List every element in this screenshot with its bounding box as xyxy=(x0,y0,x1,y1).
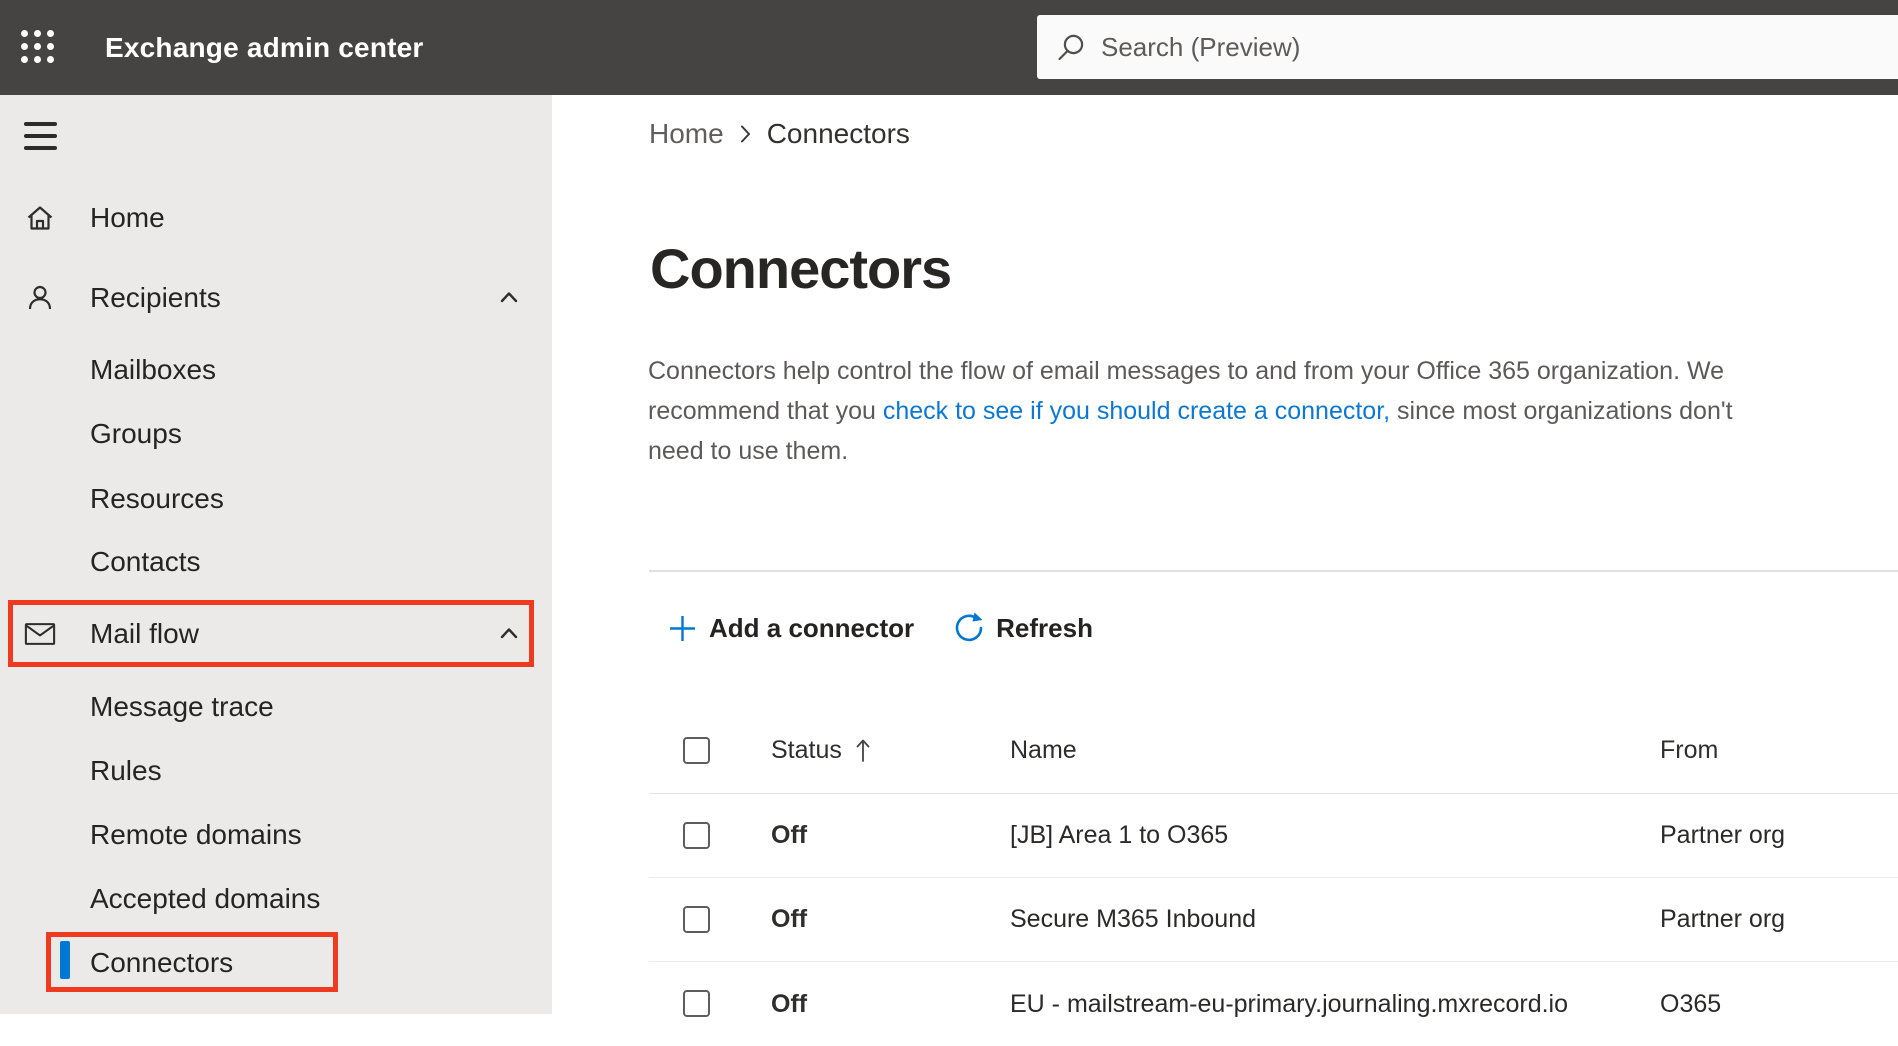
column-header-from: From xyxy=(1660,708,1718,793)
sidebar-item-groups[interactable]: Groups xyxy=(0,402,552,466)
sidebar-item-label: Connectors xyxy=(90,947,234,978)
app-title: Exchange admin center xyxy=(105,31,424,63)
column-header-status[interactable]: Status xyxy=(771,708,871,793)
sidebar-item-label: Resources xyxy=(90,483,224,514)
waffle-icon xyxy=(21,30,54,63)
sidebar-item-mailboxes[interactable]: Mailboxes xyxy=(0,338,552,402)
app-launcher-button[interactable] xyxy=(13,22,63,72)
create-connector-check-link[interactable]: check to see if you should create a conn… xyxy=(883,397,1390,425)
hamburger-icon xyxy=(24,122,57,126)
sidebar-item-label: Home xyxy=(90,202,165,233)
sidebar-item-label: Groups xyxy=(90,418,182,449)
refresh-label: Refresh xyxy=(996,612,1093,643)
row-name: Secure M365 Inbound xyxy=(1010,905,1257,933)
column-header-name-label: Name xyxy=(1010,736,1077,764)
row-from: Partner org xyxy=(1660,905,1786,933)
description-line3: need to use them. xyxy=(648,437,849,465)
sidebar-item-label: Accepted domains xyxy=(90,883,321,914)
column-header-status-label: Status xyxy=(771,736,842,764)
column-header-name: Name xyxy=(1010,708,1077,793)
plus-icon xyxy=(670,615,695,641)
row-name: EU - mailstream-eu-primary.journaling.mx… xyxy=(1010,989,1569,1018)
page-description: Connectors help control the flow of emai… xyxy=(648,351,1898,471)
refresh-icon xyxy=(955,612,983,642)
breadcrumb-home-link[interactable]: Home xyxy=(649,118,724,150)
sidebar-item-label: Rules xyxy=(90,755,162,786)
description-line2-pre: recommend that you xyxy=(648,397,883,425)
row-checkbox[interactable] xyxy=(683,990,710,1017)
sidebar-item-rules[interactable]: Rules xyxy=(0,739,552,803)
breadcrumb: Home Connectors xyxy=(649,118,910,150)
row-from: Partner org xyxy=(1660,821,1786,849)
description-line2-post: since most organizations don't xyxy=(1390,397,1733,425)
sidebar-item-contacts[interactable]: Contacts xyxy=(0,530,552,594)
sidebar-item-label: Recipients xyxy=(90,282,221,313)
sidebar-item-label: Mail flow xyxy=(90,618,199,649)
global-search[interactable] xyxy=(1037,15,1898,79)
sidebar-item-remote-domains[interactable]: Remote domains xyxy=(0,803,552,867)
sidebar-item-message-trace[interactable]: Message trace xyxy=(0,675,552,739)
row-from: O365 xyxy=(1660,989,1722,1018)
sidebar-item-label: Message trace xyxy=(90,691,274,722)
sidebar-item-label: Remote domains xyxy=(90,819,302,850)
refresh-button[interactable]: Refresh xyxy=(952,611,1093,645)
sidebar-item-label: Contacts xyxy=(90,546,201,577)
table-header-row: Status Name From xyxy=(649,708,1898,794)
row-checkbox[interactable] xyxy=(683,821,710,849)
table-row[interactable]: Off EU - mailstream-eu-primary.journalin… xyxy=(649,962,1898,1046)
sidebar-item-recipients[interactable]: Recipients xyxy=(0,266,552,330)
row-checkbox[interactable] xyxy=(683,905,710,933)
table-row[interactable]: Off [JB] Area 1 to O365 Partner org xyxy=(649,794,1898,878)
add-connector-button[interactable]: Add a connector xyxy=(668,613,914,644)
select-all-checkbox[interactable] xyxy=(683,736,710,764)
command-bar: Add a connector Refresh xyxy=(668,598,1093,658)
nav-collapse-button[interactable] xyxy=(23,115,67,159)
chevron-right-icon xyxy=(740,125,750,143)
row-status: Off xyxy=(771,989,808,1018)
row-status: Off xyxy=(771,905,808,933)
table-row[interactable]: Off Secure M365 Inbound Partner org xyxy=(649,878,1898,962)
page-title: Connectors xyxy=(650,237,952,300)
sidebar-item-accepted-domains[interactable]: Accepted domains xyxy=(0,867,552,931)
column-header-from-label: From xyxy=(1660,736,1719,764)
description-line1: Connectors help control the flow of emai… xyxy=(648,357,1725,385)
sidebar-item-connectors[interactable]: Connectors xyxy=(0,931,552,995)
sort-ascending-icon xyxy=(856,739,870,762)
sidebar-item-label: Mailboxes xyxy=(90,354,217,385)
sidebar-item-home[interactable]: Home xyxy=(0,186,552,250)
chevron-up-icon[interactable] xyxy=(497,622,521,651)
sidebar-item-mail-flow[interactable]: Mail flow xyxy=(0,602,552,666)
breadcrumb-current: Connectors xyxy=(766,118,910,149)
chevron-up-icon[interactable] xyxy=(497,286,521,315)
mail-icon xyxy=(24,618,56,650)
search-input[interactable] xyxy=(1101,31,1801,63)
sidebar-item-resources[interactable]: Resources xyxy=(0,467,552,531)
add-connector-label: Add a connector xyxy=(709,612,915,643)
toolbar-top-divider xyxy=(649,570,1898,572)
row-status: Off xyxy=(771,821,808,849)
home-icon xyxy=(24,202,56,234)
left-navigation: Home Recipients Mailboxes Groups Resourc… xyxy=(0,95,552,1014)
top-app-bar: Exchange admin center xyxy=(0,0,1898,95)
selected-item-indicator xyxy=(60,941,70,979)
search-icon xyxy=(1058,34,1084,61)
person-icon xyxy=(24,282,56,314)
row-name: [JB] Area 1 to O365 xyxy=(1010,821,1229,849)
